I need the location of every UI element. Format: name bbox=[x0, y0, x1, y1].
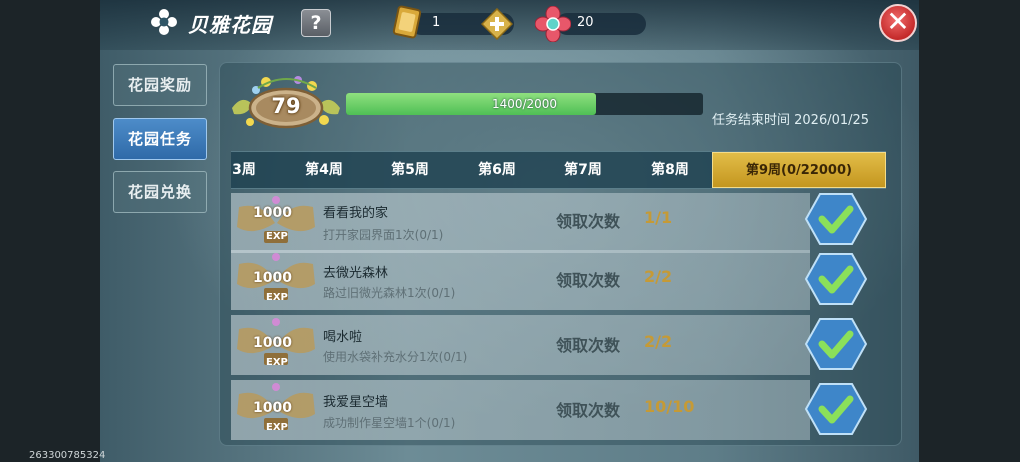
gem-count: 20 bbox=[577, 15, 594, 30]
flower-icon bbox=[151, 9, 177, 35]
task-end-time: 任务结束时间 2026/01/25 bbox=[712, 113, 870, 128]
claim-count-label: 领取次数 bbox=[556, 212, 621, 231]
claim-count-value: 10/10 bbox=[644, 397, 695, 416]
reward-amount: 1000 bbox=[253, 335, 292, 351]
claim-count-value: 2/2 bbox=[644, 267, 673, 286]
tab-week-4[interactable]: 第4周 bbox=[289, 152, 359, 188]
sidebar-item-garden-rewards[interactable]: 花园奖励 bbox=[113, 64, 207, 106]
task-row: 1000 EXP 看看我的家 打开家园界面1次(0/1) 领取次数 1/1 bbox=[231, 193, 810, 253]
tab-week-6[interactable]: 第6周 bbox=[462, 152, 532, 188]
week-tab-bar: 3周 第4周 第5周 第6周 第7周 第8周 第9周(0/22000) bbox=[231, 151, 886, 189]
claim-count-value: 1/1 bbox=[644, 208, 673, 227]
tab-week-8[interactable]: 第8周 bbox=[635, 152, 705, 188]
task-title: 去微光森林 bbox=[323, 266, 389, 281]
exp-wings-icon bbox=[237, 196, 315, 243]
sidebar-item-garden-exchange[interactable]: 花园兑换 bbox=[113, 171, 207, 213]
reward-amount: 1000 bbox=[253, 270, 292, 286]
task-row: 1000 EXP 去微光森林 路过旧微光森林1次(0/1) 领取次数 2/2 bbox=[231, 250, 810, 310]
coin-icon bbox=[392, 5, 422, 39]
tab-week-5[interactable]: 第5周 bbox=[375, 152, 445, 188]
task-title: 喝水啦 bbox=[323, 330, 363, 345]
close-button[interactable]: ✕ bbox=[879, 4, 917, 42]
reward-amount: 1000 bbox=[253, 205, 292, 221]
tab-week-7[interactable]: 第7周 bbox=[548, 152, 618, 188]
tab-week-3[interactable]: 3周 bbox=[231, 152, 259, 188]
claim-count-label: 领取次数 bbox=[556, 401, 621, 420]
exp-progress-bar: 1400/2000 bbox=[346, 93, 703, 115]
claim-count-label: 领取次数 bbox=[556, 271, 621, 290]
reward-unit: EXP bbox=[266, 357, 288, 368]
task-description: 打开家园界面1次(0/1) bbox=[323, 228, 444, 242]
page-title: 贝雅花园 bbox=[188, 13, 272, 37]
reward-unit: EXP bbox=[266, 292, 288, 303]
plus-icon[interactable] bbox=[481, 8, 513, 40]
claimed-check-icon[interactable] bbox=[805, 317, 867, 371]
claimed-check-icon[interactable] bbox=[805, 252, 867, 306]
task-title: 我爱星空墙 bbox=[323, 395, 389, 410]
coin-count: 1 bbox=[432, 15, 441, 30]
exp-progress-text: 1400/2000 bbox=[491, 97, 558, 111]
task-row: 1000 EXP 我爱星空墙 成功制作星空墙1个(0/1) 领取次数 10/10 bbox=[231, 380, 810, 440]
garden-level: 79 bbox=[271, 94, 301, 118]
claimed-check-icon[interactable] bbox=[805, 382, 867, 436]
task-description: 成功制作星空墙1个(0/1) bbox=[323, 416, 456, 430]
player-id: 263300785324 bbox=[29, 450, 106, 461]
task-description: 路过旧微光森林1次(0/1) bbox=[323, 286, 456, 300]
sidebar-item-garden-tasks[interactable]: 花园任务 bbox=[113, 118, 207, 160]
reward-amount: 1000 bbox=[253, 400, 292, 416]
claim-count-value: 2/2 bbox=[644, 332, 673, 351]
tab-week-9[interactable]: 第9周(0/22000) bbox=[712, 152, 886, 188]
help-button[interactable]: ? bbox=[301, 9, 331, 37]
reward-unit: EXP bbox=[266, 422, 288, 433]
gem-icon bbox=[535, 6, 571, 42]
reward-unit: EXP bbox=[266, 231, 288, 242]
task-description: 使用水袋补充水分1次(0/1) bbox=[323, 350, 468, 364]
claimed-check-icon[interactable] bbox=[805, 192, 867, 246]
task-row: 1000 EXP 喝水啦 使用水袋补充水分1次(0/1) 领取次数 2/2 bbox=[231, 315, 810, 375]
claim-count-label: 领取次数 bbox=[556, 336, 621, 355]
task-title: 看看我的家 bbox=[323, 206, 389, 221]
